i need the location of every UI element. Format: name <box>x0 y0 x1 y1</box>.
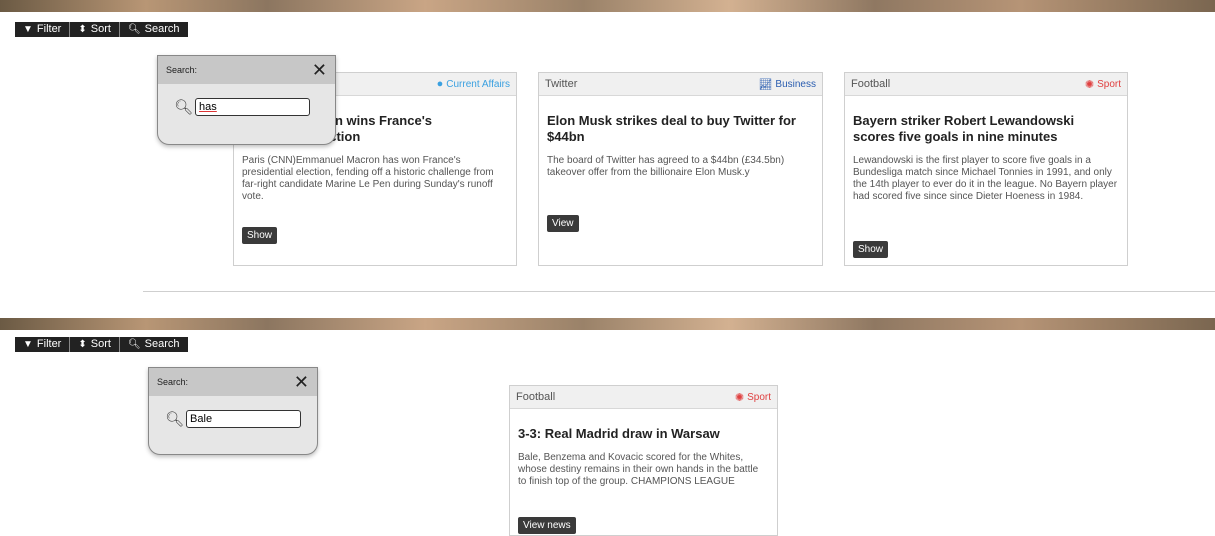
filter-button[interactable]: ▼ Filter <box>15 337 71 352</box>
divider <box>143 291 1215 292</box>
card-title: Bayern striker Robert Lewandowski scores… <box>853 113 1075 144</box>
popup-header: Search: ✕ <box>149 368 317 396</box>
card-title: 3-3: Real Madrid draw in Warsaw <box>518 426 720 441</box>
search-button[interactable]: 🔍︎ Search <box>120 22 188 37</box>
card-source: Football <box>851 78 891 90</box>
card-source: Football <box>516 391 556 403</box>
close-icon[interactable]: ✕ <box>312 60 327 81</box>
globe-icon: ● <box>436 78 444 90</box>
search-icon: 🔍︎ <box>127 339 141 350</box>
search-popup: Search: ✕ 🔍︎ <box>157 55 336 145</box>
news-card: Twitter 📈︎ Business Elon Musk strikes de… <box>538 72 823 266</box>
search-popup: Search: ✕ 🔍︎ <box>148 367 318 455</box>
sort-button[interactable]: ⬍ Sort <box>70 337 120 352</box>
sort-button[interactable]: ⬍ Sort <box>70 22 120 37</box>
news-card: Football ✺ Sport 3-3: Real Madrid draw i… <box>509 385 778 536</box>
header-banner <box>0 0 1215 12</box>
filter-button[interactable]: ▼ Filter <box>15 22 71 37</box>
card-title: ron wins France's ection <box>322 113 433 144</box>
search-icon: 🔍︎ <box>165 410 185 428</box>
search-icon: 🔍︎ <box>127 24 141 35</box>
close-icon[interactable]: ✕ <box>294 372 309 393</box>
card-body: Paris (CNN)Emmanuel Macron has won Franc… <box>242 155 494 202</box>
card-category: ✺ Sport <box>734 391 771 404</box>
card-header: Football ✺ Sport <box>510 386 777 409</box>
search-button[interactable]: 🔍︎ Search <box>120 337 188 352</box>
chart-icon: 📈︎ <box>758 78 773 91</box>
card-title: Elon Musk strikes deal to buy Twitter fo… <box>547 113 796 144</box>
card-category: ✺ Sport <box>1084 78 1121 91</box>
toolbar: ▼ Filter ⬍ Sort 🔍︎ Search <box>15 337 188 352</box>
filter-icon: ▼ <box>23 24 33 35</box>
search-input[interactable] <box>195 98 311 116</box>
popup-search-row: 🔍︎ <box>158 84 335 116</box>
header-banner <box>0 318 1215 330</box>
show-button[interactable]: Show <box>242 227 278 244</box>
sort-icon: ⬍ <box>78 24 87 35</box>
card-source: Twitter <box>545 78 578 90</box>
card-body: Bale, Benzema and Kovacic scored for the… <box>518 452 759 487</box>
view-news-button[interactable]: View news <box>518 517 576 534</box>
show-button[interactable]: Show <box>853 241 889 258</box>
card-category: ● Current Affairs <box>436 78 510 90</box>
news-card: Football ✺ Sport Bayern striker Robert L… <box>844 72 1128 266</box>
popup-title: Search: <box>166 65 198 75</box>
filter-icon: ▼ <box>23 339 33 350</box>
popup-search-row: 🔍︎ <box>149 396 317 428</box>
card-body: Lewandowski is the first player to score… <box>853 155 1118 202</box>
popup-title: Search: <box>157 377 189 387</box>
card-category: 📈︎ Business <box>758 78 816 91</box>
toolbar: ▼ Filter ⬍ Sort 🔍︎ Search <box>15 22 188 37</box>
sort-icon: ⬍ <box>78 339 87 350</box>
basketball-icon: ✺ <box>734 391 745 404</box>
view-button[interactable]: View <box>547 215 579 232</box>
card-header: Football ✺ Sport <box>845 73 1127 96</box>
search-input[interactable] <box>186 410 302 428</box>
popup-header: Search: ✕ <box>158 56 335 84</box>
basketball-icon: ✺ <box>1084 78 1095 91</box>
card-body: The board of Twitter has agreed to a $44… <box>547 155 785 178</box>
search-icon: 🔍︎ <box>174 98 194 116</box>
card-header: Twitter 📈︎ Business <box>539 73 822 96</box>
